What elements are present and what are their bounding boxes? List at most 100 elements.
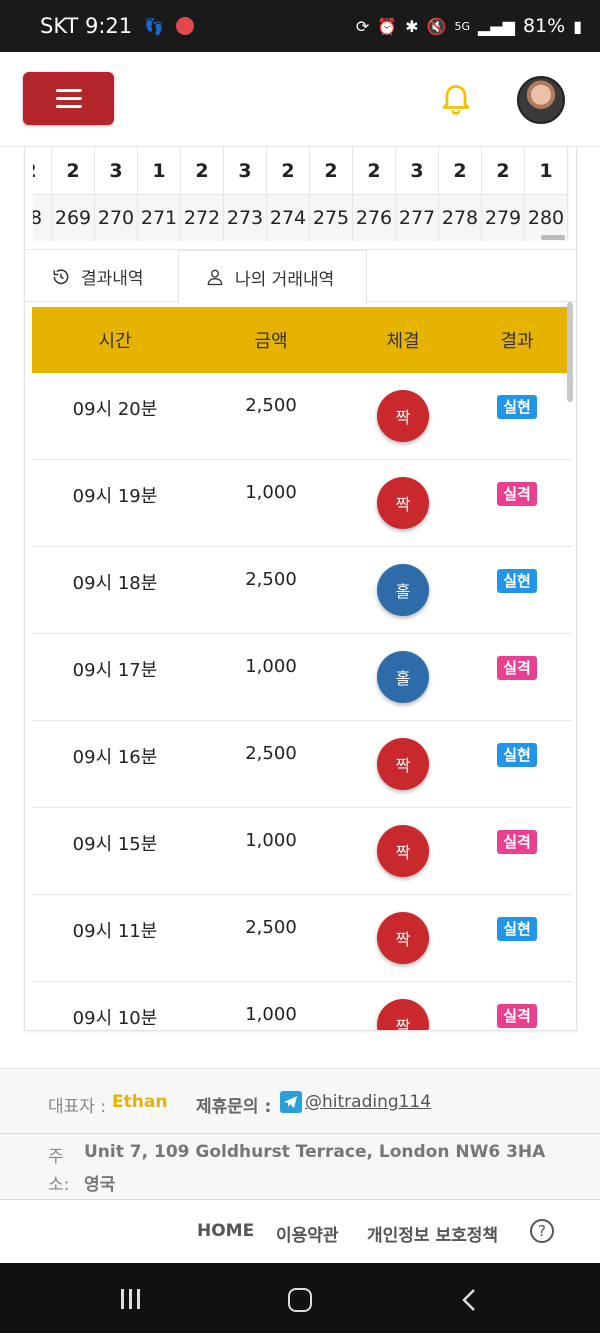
row-result-cell: 실격	[462, 634, 572, 680]
history-column: 3 277	[396, 147, 439, 241]
history-round: 272	[181, 195, 223, 241]
row-time: 09시 15분	[72, 834, 158, 855]
execution-ball: 홀	[377, 651, 429, 703]
row-result-cell: 실격	[462, 460, 572, 506]
trade-table[interactable]: 시간 금액 체결 결과 09시 20분 2,500 짝 실현 09시 19분 1,000 짝…	[32, 307, 572, 1030]
history-column: 2 274	[267, 147, 310, 241]
hamburger-line	[55, 97, 82, 100]
history-round: 277	[396, 195, 438, 241]
table-row: 09시 19분 1,000 짝 실격	[32, 460, 572, 547]
vertical-scrollbar[interactable]	[567, 302, 573, 402]
tab-my-trades[interactable]: 나의 거래내역	[178, 250, 367, 304]
row-time: 09시 16분	[72, 747, 158, 768]
user-icon	[207, 269, 223, 286]
history-result: 2	[353, 147, 395, 195]
row-amount: 2,500	[245, 395, 297, 416]
table-row: 09시 16분 2,500 짝 실현	[32, 721, 572, 808]
history-column: 2 278	[439, 147, 482, 241]
history-round: 278	[439, 195, 481, 241]
sync-icon: ⟳	[355, 16, 370, 36]
table-body: 09시 20분 2,500 짝 실현 09시 19분 1,000 짝 실격 09시 18분 2,5…	[32, 373, 572, 1030]
history-column: 2 279	[482, 147, 525, 241]
address-label: 소:	[48, 1175, 70, 1195]
footer-link-privacy[interactable]: 개인정보 보호정책	[367, 1221, 498, 1246]
history-column: 1 271	[138, 147, 181, 241]
row-amount: 1,000	[245, 482, 297, 503]
row-execution-cell: 짝	[344, 721, 462, 790]
history-round: 271	[138, 195, 180, 241]
history-grid[interactable]: 2682269327012712272327322742275227632772…	[33, 147, 571, 241]
footer-link-home[interactable]: HOME	[197, 1221, 254, 1241]
history-result: 2	[310, 147, 352, 195]
row-amount: 1,000	[245, 1004, 297, 1025]
telegram-link[interactable]: @hitrading114	[305, 1092, 431, 1112]
history-column: 2 272	[181, 147, 224, 241]
history-column: 2 276	[353, 147, 396, 241]
signal-icon: ▂▄▆	[478, 16, 515, 36]
row-time: 09시 20분	[72, 399, 158, 420]
row-execution-cell: 홀	[344, 634, 462, 703]
avatar[interactable]	[517, 76, 565, 124]
carrier-time: SKT 9:21	[40, 14, 133, 38]
history-result: 2	[181, 147, 223, 195]
row-result-cell: 실격	[462, 982, 572, 1028]
footer-link-terms[interactable]: 이용약관	[276, 1221, 339, 1246]
row-execution-cell: 짝	[344, 373, 462, 442]
tab-results-history[interactable]: 결과내역	[25, 250, 178, 303]
hamburger-line	[55, 105, 82, 108]
table-row: 09시 11분 2,500 짝 실현	[32, 895, 572, 982]
network-type: 5G	[454, 19, 471, 33]
execution-ball: 짝	[377, 477, 429, 529]
row-execution-cell: 짝	[344, 808, 462, 877]
history-result: 3	[95, 147, 137, 195]
battery-percent: 81%	[522, 15, 566, 37]
history-result: 2	[482, 147, 524, 195]
battery-icon: ▮	[573, 16, 582, 36]
rep-label: 대표자 :	[48, 1097, 107, 1117]
execution-ball: 짝	[377, 738, 429, 790]
row-result-cell: 실격	[462, 808, 572, 854]
table-row: 09시 10분 1,000 짝 실격	[32, 982, 572, 1030]
history-round: 269	[52, 195, 94, 241]
recent-apps-line	[129, 1289, 132, 1309]
bell-icon[interactable]	[438, 82, 474, 118]
help-icon[interactable]: ?	[530, 1219, 554, 1243]
alarm-icon: ⏰	[377, 16, 398, 36]
execution-ball: 짝	[377, 390, 429, 442]
app-notification-icon	[176, 17, 195, 35]
result-badge: 실현	[497, 743, 537, 767]
rep-name: Ethan	[112, 1092, 168, 1112]
result-badge: 실격	[497, 482, 537, 506]
contact-label: 제휴문의 :	[196, 1097, 272, 1117]
header-amount: 금액	[254, 331, 288, 352]
history-result: 2	[439, 147, 481, 195]
row-result-cell: 실현	[462, 895, 572, 941]
history-result: 2	[52, 147, 94, 195]
back-button[interactable]	[462, 1289, 476, 1311]
row-amount: 2,500	[245, 743, 297, 764]
menu-button[interactable]	[23, 72, 114, 125]
recent-apps-button[interactable]	[121, 1289, 143, 1309]
history-round: 273	[224, 195, 266, 241]
table-row: 09시 17분 1,000 홀 실격	[32, 634, 572, 721]
history-column: 1 280	[525, 147, 568, 241]
tab-bar: 결과내역 나의 거래내역	[25, 249, 576, 304]
history-result: 3	[396, 147, 438, 195]
recent-apps-icon	[121, 1289, 124, 1309]
row-time: 09시 19분	[72, 486, 158, 507]
history-icon	[53, 268, 69, 284]
row-amount: 1,000	[245, 830, 297, 851]
history-round: 279	[482, 195, 524, 241]
row-time: 09시 11분	[72, 921, 158, 942]
row-time: 09시 18분	[72, 573, 158, 594]
home-button[interactable]	[288, 1288, 312, 1312]
result-badge: 실현	[497, 395, 537, 419]
table-row: 09시 15분 1,000 짝 실격	[32, 808, 572, 895]
horizontal-scrollbar[interactable]	[541, 235, 565, 240]
history-column: 2 275	[310, 147, 353, 241]
row-execution-cell: 짝	[344, 895, 462, 964]
footer-info: 대표자 : Ethan 제휴문의 : @hitrading114	[0, 1068, 600, 1134]
row-execution-cell: 짝	[344, 460, 462, 529]
execution-ball: 짝	[377, 912, 429, 964]
hamburger-icon	[55, 89, 82, 92]
